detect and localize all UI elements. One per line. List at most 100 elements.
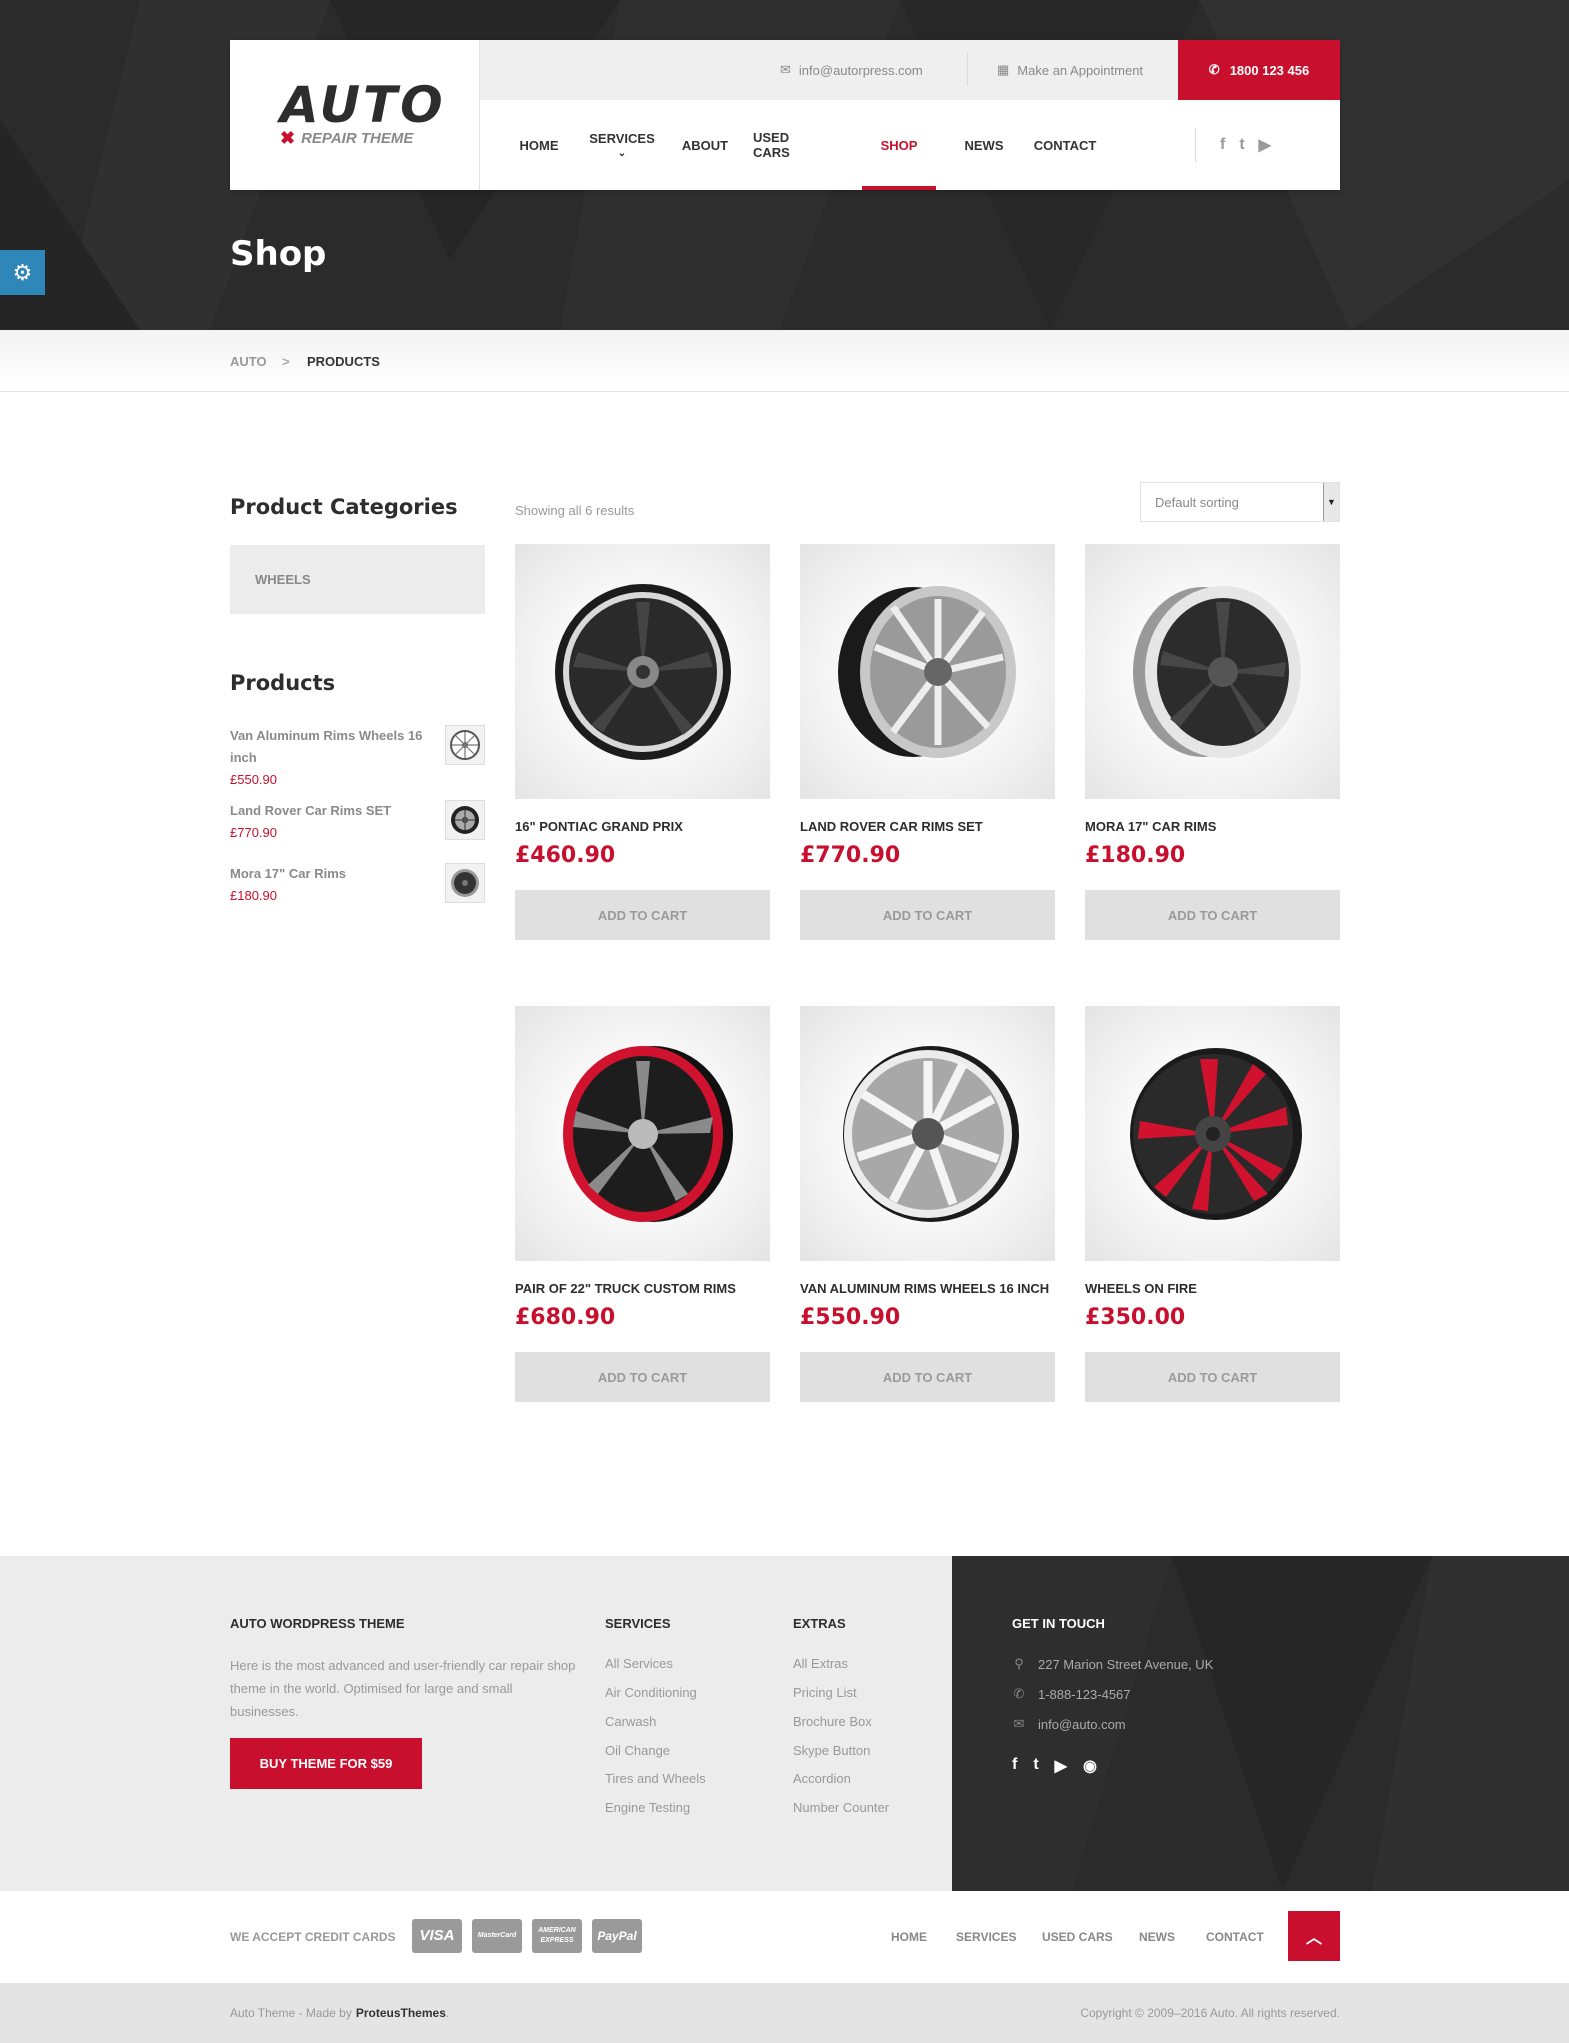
credit-cards-label: WE ACCEPT CREDIT CARDS: [230, 1930, 396, 1944]
footer-nav-used-cars[interactable]: USED CARS: [1042, 1891, 1113, 1983]
product-image[interactable]: [800, 544, 1055, 799]
footer-about-text: Here is the most advanced and user-frien…: [230, 1658, 576, 1719]
nav-item-about[interactable]: ABOUT: [680, 100, 730, 190]
nav-label: HOME: [519, 137, 559, 153]
sidebar-product-name[interactable]: Van Aluminum Rims Wheels 16 inch: [230, 725, 430, 769]
add-to-cart-button[interactable]: ADD TO CART: [1085, 1352, 1340, 1402]
sidebar-product-name[interactable]: Mora 17" Car Rims: [230, 863, 430, 885]
wheel-thumbnail[interactable]: [445, 725, 485, 765]
footer-link[interactable]: Accordion: [793, 1771, 851, 1786]
footer-link[interactable]: Tires and Wheels: [605, 1771, 706, 1786]
nav-item-shop[interactable]: SHOP: [862, 100, 936, 190]
product-card: Van Aluminum Rims Wheels 16 inch £550.90…: [800, 1006, 1055, 1402]
paypal-icon: PayPal: [592, 1919, 642, 1953]
footer-about-heading: AUTO WORDPRESS THEME: [230, 1616, 405, 1631]
sort-select[interactable]: Default sorting ▼: [1140, 482, 1340, 522]
footer-link[interactable]: Oil Change: [605, 1743, 670, 1758]
email-text: info@auto.com: [1038, 1716, 1126, 1732]
product-name[interactable]: Wheels on Fire: [1085, 1281, 1340, 1299]
footer-link[interactable]: All Services: [605, 1656, 673, 1671]
sidebar-product-name[interactable]: Land Rover Car Rims SET: [230, 800, 430, 822]
map-pin-icon: ⚲: [1014, 1656, 1024, 1671]
footer-link[interactable]: Pricing List: [793, 1685, 857, 1700]
breadcrumb-home[interactable]: AUTO: [230, 330, 267, 392]
add-to-cart-button[interactable]: ADD TO CART: [800, 1352, 1055, 1402]
copyright: Copyright © 2009–2016 Auto. All rights r…: [1080, 2006, 1340, 2020]
footer-nav-home[interactable]: HOME: [891, 1891, 927, 1983]
footer-link[interactable]: Carwash: [605, 1714, 656, 1729]
appointment-link[interactable]: ▦ Make an Appointment: [997, 40, 1143, 100]
appointment-text: Make an Appointment: [1017, 62, 1144, 78]
email-link[interactable]: ✉ info@autorpress.com: [780, 40, 923, 100]
breadcrumb: AUTO > PRODUCTS: [0, 330, 1569, 392]
product-name[interactable]: Mora 17" Car Rims: [1085, 819, 1340, 837]
credits: Auto Theme - Made by ProteusThemes.: [230, 1983, 449, 2043]
nav-item-used-cars[interactable]: USED CARS: [753, 100, 829, 190]
product-name[interactable]: Pair of 22" Truck Custom Rims: [515, 1281, 770, 1299]
product-image[interactable]: [1085, 544, 1340, 799]
add-to-cart-button[interactable]: ADD TO CART: [515, 1352, 770, 1402]
contact-phone[interactable]: ✆ 1-888-123-4567: [1012, 1686, 1131, 1702]
sidebar-product[interactable]: Mora 17" Car Rims £180.90: [230, 863, 485, 907]
sidebar-product[interactable]: Land Rover Car Rims SET £770.90: [230, 800, 485, 844]
product-name[interactable]: Van Aluminum Rims Wheels 16 inch: [800, 1281, 1055, 1299]
footer-link[interactable]: Skype Button: [793, 1743, 870, 1758]
product-image[interactable]: [515, 1006, 770, 1261]
footer-link[interactable]: Brochure Box: [793, 1714, 872, 1729]
buy-theme-button[interactable]: BUY THEME FOR $59: [230, 1738, 422, 1789]
main-navigation: HOME SERVICES ⌄ ABOUT USED CARS SHOP NEWS…: [480, 100, 1340, 190]
product-image[interactable]: [800, 1006, 1055, 1261]
phone-icon: ✆: [1013, 1686, 1025, 1701]
nav-label: SERVICES: [589, 131, 655, 146]
back-to-top-button[interactable]: ︿: [1288, 1911, 1340, 1961]
mastercard-icon: MasterCard: [472, 1919, 522, 1953]
address-text: 227 Marion Street Avenue, UK: [1038, 1656, 1214, 1672]
footer-link[interactable]: Number Counter: [793, 1800, 889, 1815]
nav-label: CONTACT: [1033, 137, 1097, 153]
footer-nav-services[interactable]: SERVICES: [956, 1891, 1016, 1983]
product-image[interactable]: [515, 544, 770, 799]
wheel-thumbnail[interactable]: [445, 800, 485, 840]
contact-email[interactable]: ✉ info@auto.com: [1012, 1716, 1126, 1732]
product-image[interactable]: [1085, 1006, 1340, 1261]
add-to-cart-button[interactable]: ADD TO CART: [1085, 890, 1340, 940]
payment-methods: VISA MasterCard AMERICAN EXPRESS PayPal: [412, 1919, 642, 1953]
nav-item-news[interactable]: NEWS: [960, 100, 1008, 190]
product-name[interactable]: Land Rover Car Rims SET: [800, 819, 1055, 837]
facebook-icon[interactable]: f: [1012, 1756, 1017, 1776]
add-to-cart-button[interactable]: ADD TO CART: [800, 890, 1055, 940]
wheel-thumbnail[interactable]: [445, 863, 485, 903]
youtube-icon[interactable]: ▶: [1259, 135, 1271, 155]
product-price: £350.00: [1085, 1305, 1186, 1330]
sort-value: Default sorting: [1155, 494, 1239, 510]
twitter-icon[interactable]: t: [1033, 1756, 1038, 1776]
gear-icon[interactable]: ⚙: [0, 250, 45, 295]
footer-link[interactable]: All Extras: [793, 1656, 848, 1671]
nav-item-contact[interactable]: CONTACT: [1033, 100, 1097, 190]
nav-item-services[interactable]: SERVICES ⌄: [589, 100, 655, 190]
credit-link[interactable]: ProteusThemes: [356, 2006, 446, 2020]
email-text: info@autorpress.com: [798, 62, 923, 78]
add-to-cart-button[interactable]: ADD TO CART: [515, 890, 770, 940]
facebook-icon[interactable]: f: [1220, 136, 1225, 154]
footer-link[interactable]: Air Conditioning: [605, 1685, 697, 1700]
phone-icon: ✆: [1208, 62, 1220, 77]
tools-icon: ✖: [280, 128, 296, 148]
github-icon[interactable]: ◉: [1083, 1756, 1097, 1776]
footer-nav-news[interactable]: NEWS: [1139, 1891, 1175, 1983]
phone-button[interactable]: ✆ 1800 123 456: [1178, 40, 1340, 100]
product-card: Pair of 22" Truck Custom Rims £680.90 AD…: [515, 1006, 770, 1402]
footer-link[interactable]: Engine Testing: [605, 1800, 690, 1815]
footer-nav-contact[interactable]: CONTACT: [1206, 1891, 1264, 1983]
divider: [967, 52, 968, 86]
category-wheels[interactable]: WHEELS: [230, 545, 485, 614]
sidebar-product[interactable]: Van Aluminum Rims Wheels 16 inch £550.90: [230, 725, 485, 791]
chevron-down-icon: ▼: [1323, 483, 1339, 521]
twitter-icon[interactable]: t: [1239, 136, 1244, 154]
phone-number: 1800 123 456: [1229, 62, 1310, 78]
youtube-icon[interactable]: ▶: [1055, 1756, 1067, 1776]
nav-item-home[interactable]: HOME: [518, 100, 560, 190]
product-name[interactable]: 16" Pontiac Grand Prix: [515, 819, 770, 837]
footer-bar: WE ACCEPT CREDIT CARDS VISA MasterCard A…: [0, 1891, 1569, 1983]
logo[interactable]: AUTO ✖ REPAIR THEME: [230, 40, 480, 190]
